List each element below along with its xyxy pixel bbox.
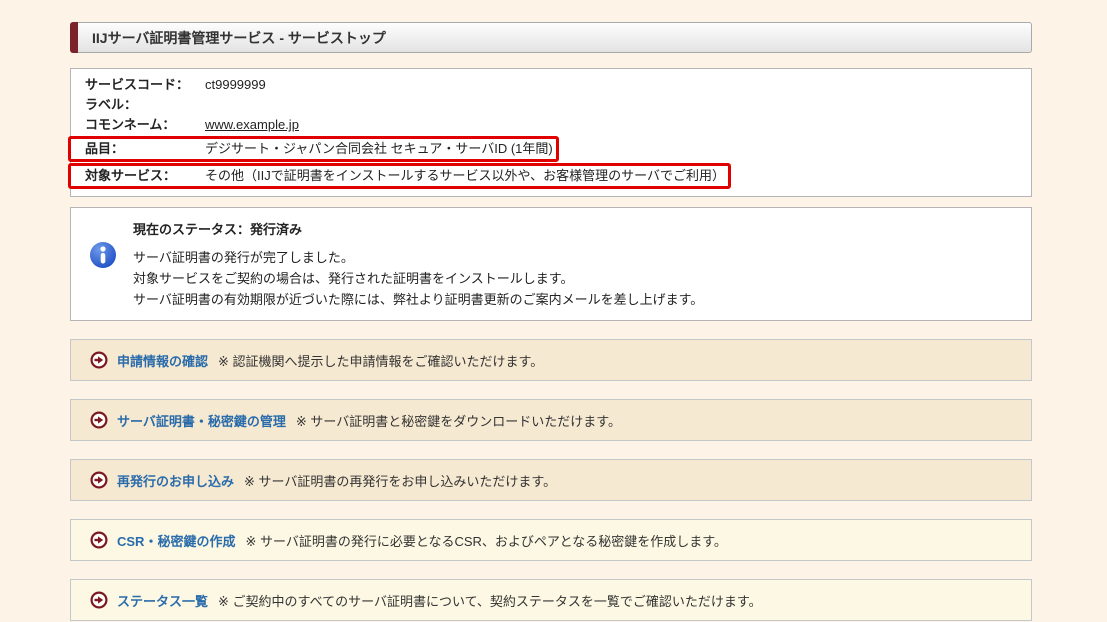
status-line: サーバ証明書の発行が完了しました。 (133, 247, 1017, 268)
service-code-label: サービスコード： (85, 75, 205, 95)
action-row-reissue: 再発行のお申し込み ※ サーバ証明書の再発行をお申し込みいただけます。 (70, 459, 1032, 501)
target-service-label: 対象サービス： (85, 166, 205, 186)
service-info-panel: サービスコード：ct9999999 ラベル： コモンネーム：www.exampl… (70, 68, 1032, 197)
service-code-row: サービスコード：ct9999999 (85, 75, 1017, 95)
action-row-status-list: ステータス一覧 ※ ご契約中のすべてのサーバ証明書について、契約ステータスを一覧… (70, 579, 1032, 621)
reissue-link[interactable]: 再発行のお申し込み (117, 471, 234, 490)
action-row-csr-key-create: CSR・秘密鍵の作成 ※ サーバ証明書の発行に必要となるCSR、およびペアとなる… (70, 519, 1032, 561)
label-label: ラベル： (85, 95, 205, 115)
status-list-note: ※ ご契約中のすべてのサーバ証明書について、契約ステータスを一覧でご確認いただけ… (218, 591, 762, 610)
info-icon (89, 241, 117, 310)
action-row-cert-key-management: サーバ証明書・秘密鍵の管理 ※ サーバ証明書と秘密鍵をダウンロードいただけます。 (70, 399, 1032, 441)
status-list-link[interactable]: ステータス一覧 (117, 591, 208, 610)
common-name-row: コモンネーム：www.example.jp (85, 115, 1017, 135)
target-service-value: その他（IIJで証明書をインストールするサービス以外や、お客様管理のサーバでご利… (205, 168, 725, 183)
common-name-value: www.example.jp (205, 117, 299, 132)
label-row: ラベル： (85, 95, 1017, 115)
service-code-value: ct9999999 (205, 77, 266, 92)
target-service-row: 対象サービス：その他（IIJで証明書をインストールするサービス以外や、お客様管理… (85, 162, 1017, 189)
application-info-link[interactable]: 申請情報の確認 (117, 351, 208, 370)
page: IIJサーバ証明書管理サービス - サービストップ サービスコード：ct9999… (0, 0, 1107, 622)
page-title: IIJサーバ証明書管理サービス - サービストップ (92, 28, 386, 48)
csr-key-create-note: ※ サーバ証明書の発行に必要となるCSR、およびペアとなる秘密鍵を作成します。 (245, 531, 726, 550)
status-line: サーバ証明書の有効期限が近づいた際には、弊社より証明書更新のご案内メールを差し上… (133, 289, 1017, 310)
product-value: デジサート・ジャパン合同会社 セキュア・サーバID (1年間) (205, 141, 553, 156)
action-row-application-info: 申請情報の確認 ※ 認証機関へ提示した申請情報をご確認いただけます。 (70, 339, 1032, 381)
status-line: 対象サービスをご契約の場合は、発行された証明書をインストールします。 (133, 268, 1017, 289)
csr-key-create-link[interactable]: CSR・秘密鍵の作成 (117, 531, 235, 550)
highlight-annotation-target-service: 対象サービス：その他（IIJで証明書をインストールするサービス以外や、お客様管理… (68, 163, 731, 189)
common-name-label: コモンネーム： (85, 115, 205, 135)
title-accent-bar (70, 22, 78, 53)
arrow-right-circle-icon[interactable] (90, 351, 108, 369)
title-bar-body: IIJサーバ証明書管理サービス - サービストップ (78, 22, 1032, 53)
main-content: IIJサーバ証明書管理サービス - サービストップ サービスコード：ct9999… (70, 22, 1032, 621)
arrow-right-circle-icon[interactable] (90, 471, 108, 489)
cert-key-management-link[interactable]: サーバ証明書・秘密鍵の管理 (117, 411, 286, 430)
product-label: 品目： (85, 139, 205, 159)
product-row: 品目：デジサート・ジャパン合同会社 セキュア・サーバID (1年間) (85, 135, 1017, 162)
arrow-right-circle-icon[interactable] (90, 531, 108, 549)
reissue-note: ※ サーバ証明書の再発行をお申し込みいただけます。 (244, 471, 556, 490)
status-panel: 現在のステータス：発行済み サーバ証明書の発行が完了しました。 対象サービスをご… (70, 207, 1032, 321)
status-heading: 現在のステータス：発行済み (133, 219, 1017, 238)
application-info-note: ※ 認証機関へ提示した申請情報をご確認いただけます。 (218, 351, 543, 370)
page-title-bar: IIJサーバ証明書管理サービス - サービストップ (70, 22, 1032, 53)
arrow-right-circle-icon[interactable] (90, 591, 108, 609)
status-icon-column (85, 217, 133, 310)
status-text-column: 現在のステータス：発行済み サーバ証明書の発行が完了しました。 対象サービスをご… (133, 217, 1017, 310)
highlight-annotation-product: 品目：デジサート・ジャパン合同会社 セキュア・サーバID (1年間) (68, 136, 559, 162)
arrow-right-circle-icon[interactable] (90, 411, 108, 429)
cert-key-management-note: ※ サーバ証明書と秘密鍵をダウンロードいただけます。 (296, 411, 621, 430)
